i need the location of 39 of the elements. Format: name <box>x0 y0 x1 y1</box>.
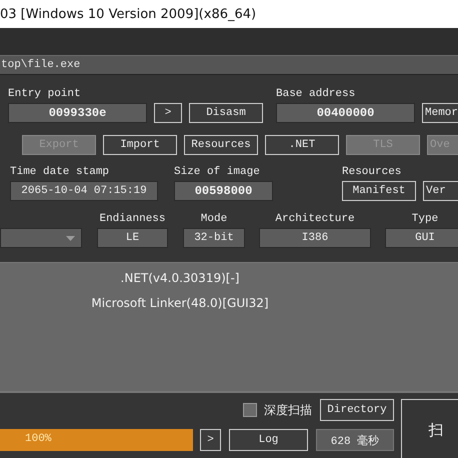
window-title: 03 [Windows 10 Version 2009](x86_64) <box>0 6 256 22</box>
section-button[interactable]: Resources <box>184 135 258 155</box>
directory-button[interactable]: Directory <box>320 399 394 421</box>
checkbox[interactable] <box>243 403 257 417</box>
attribute-field[interactable]: I386 <box>259 228 371 248</box>
field-label: Resources <box>342 165 402 179</box>
detection-text: .NET(v4.0.30319)[-] <box>120 270 240 287</box>
elapsed-time: 628 毫秒 <box>316 429 394 451</box>
resource-button[interactable]: Ver <box>423 181 458 201</box>
field-label: Architecture <box>274 212 356 226</box>
scan-button[interactable]: 扫 <box>401 399 458 458</box>
detection-text: Microsoft Linker(48.0)[GUI32] <box>91 295 269 312</box>
base-address-field[interactable]: 00400000 <box>276 103 415 123</box>
attribute-field[interactable]: GUI <box>385 228 458 248</box>
disasm-button[interactable]: Disasm <box>189 103 263 123</box>
attribute-field[interactable]: LE <box>97 228 168 248</box>
go-button[interactable]: > <box>200 429 221 451</box>
file-path: top\file.exe <box>0 59 80 71</box>
field-label: Time date stamp <box>10 165 110 179</box>
field-label: Type <box>410 212 440 226</box>
field-label: Size of image <box>174 165 261 179</box>
attribute-field[interactable]: 32-bit <box>183 228 245 248</box>
entry-point-field[interactable]: 0099330e <box>8 103 147 123</box>
section-button[interactable]: Import <box>103 135 177 155</box>
field-label: Entry point <box>8 87 82 101</box>
section-button[interactable]: .NET <box>265 135 339 155</box>
go-button[interactable]: > <box>154 103 182 123</box>
dropdown[interactable] <box>0 228 82 248</box>
resource-button[interactable]: Manifest <box>342 181 416 201</box>
timestamp-field[interactable]: 2065-10-04 07:15:19 <box>10 181 158 201</box>
caret-icon <box>66 236 75 240</box>
checkbox-label: 深度扫描 <box>264 402 312 418</box>
field-label: Endianness <box>98 212 166 226</box>
field-label: Base address <box>276 87 356 101</box>
field-label: Mode <box>200 212 228 226</box>
log-button[interactable]: Log <box>229 429 308 451</box>
size-field[interactable]: 00598000 <box>174 181 273 201</box>
progress-text: 100% <box>25 433 52 445</box>
memory-button[interactable]: Memor <box>422 103 458 123</box>
